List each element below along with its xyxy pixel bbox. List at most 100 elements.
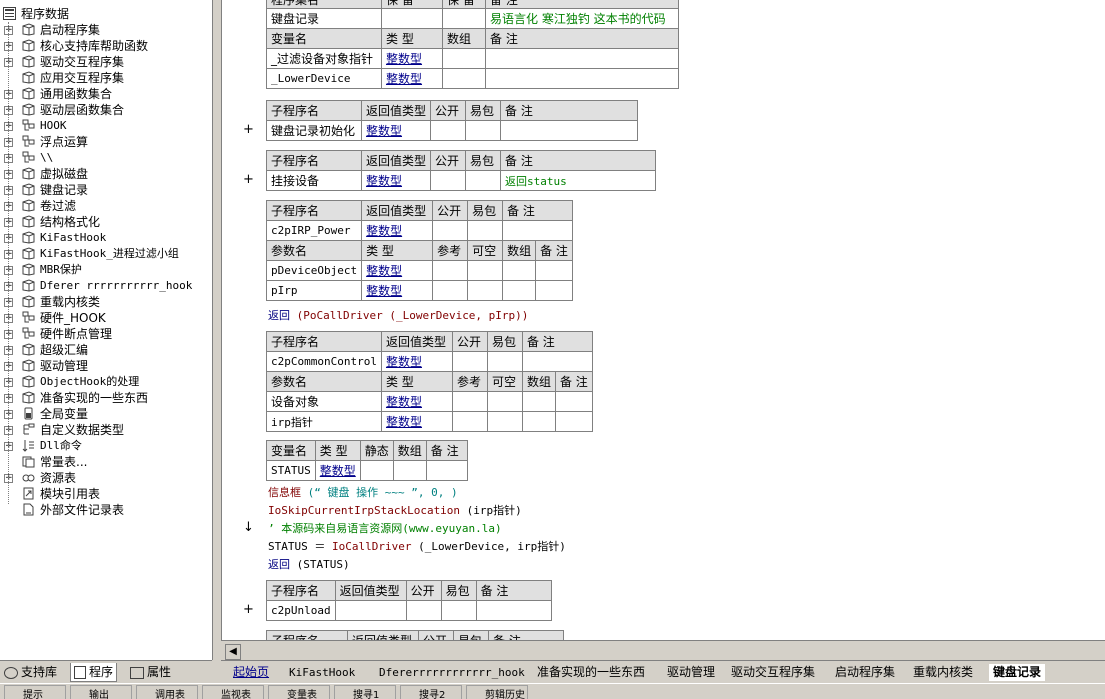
var-name[interactable]: _过滤设备对象指针 bbox=[266, 48, 382, 69]
sub-name[interactable]: 挂接设备 bbox=[266, 170, 362, 191]
assembly-table: 程序集名 保 留 保 留 备 注 键盘记录 易语言化 寒江独钓 这本书的代码 变… bbox=[266, 0, 679, 89]
cell bbox=[535, 280, 573, 301]
col-header: 程序集名 bbox=[266, 0, 382, 9]
tree-item-label: 超级汇编 bbox=[40, 343, 89, 357]
param-name[interactable]: pIrp bbox=[265, 280, 363, 301]
var-type[interactable]: 整数型 bbox=[381, 68, 443, 89]
param-type[interactable]: 整数型 bbox=[380, 411, 453, 432]
program-data-icon bbox=[3, 7, 16, 20]
tab-driver-interaction[interactable]: 驱动交互程序集 bbox=[731, 664, 815, 681]
tree-item-label: 硬件_HOOK bbox=[40, 311, 106, 325]
sub-return-type[interactable]: 整数型 bbox=[360, 120, 432, 141]
expand-marker-icon[interactable]: + bbox=[243, 122, 254, 137]
module-icon bbox=[22, 391, 35, 404]
col-header: 备 注 bbox=[502, 200, 573, 221]
tree-item-label: 卷过滤 bbox=[40, 199, 77, 213]
assembly-note[interactable]: 易语言化 寒江独钓 这本书的代码 bbox=[485, 8, 679, 29]
col-header: 备 注 bbox=[521, 331, 593, 352]
code-token: (_LowerDevice, irp指针) bbox=[411, 540, 566, 553]
local-var-name[interactable]: STATUS bbox=[266, 460, 316, 481]
col-header: 类 型 bbox=[361, 240, 434, 261]
var-type[interactable]: 整数型 bbox=[381, 48, 443, 69]
tab-reload-kernel[interactable]: 重载内核类 bbox=[913, 664, 973, 681]
tree-item-label: KiFastHook_进程过滤小组 bbox=[40, 247, 179, 260]
tab-prepare[interactable]: 准备实现的一些东西 bbox=[537, 664, 645, 681]
datatype-icon bbox=[22, 423, 35, 436]
cell bbox=[442, 8, 486, 29]
sub-name[interactable]: c2pCommonControl bbox=[266, 351, 382, 372]
assembly-name[interactable]: 键盘记录 bbox=[266, 8, 382, 29]
tab-kifasthook[interactable]: KiFastHook bbox=[289, 664, 355, 681]
var-name[interactable]: _LowerDevice bbox=[266, 68, 382, 89]
sub-return-type[interactable]: 整数型 bbox=[361, 220, 434, 241]
param-type[interactable]: 整数型 bbox=[380, 391, 453, 412]
tab-start-page[interactable]: 起始页 bbox=[233, 664, 269, 681]
col-header: 返回值类型 bbox=[334, 580, 407, 601]
class-icon bbox=[22, 151, 35, 164]
code-editor[interactable]: 程序集名 保 留 保 留 备 注 键盘记录 易语言化 寒江独钓 这本书的代码 变… bbox=[262, 0, 1105, 640]
local-var-type[interactable]: 整数型 bbox=[314, 460, 361, 481]
tab-search2[interactable]: 搜寻2 bbox=[400, 685, 462, 699]
tab-var-table[interactable]: 变量表 bbox=[268, 685, 330, 699]
horizontal-scrollbar[interactable]: ◀ bbox=[221, 640, 1105, 661]
code-line[interactable]: 信息框 (“ 键盘 操作 ~~~ ”, 0, ) bbox=[268, 484, 458, 502]
code-line[interactable]: 返回 (PoCallDriver (_LowerDevice, pIrp)) bbox=[268, 307, 528, 325]
sub-return-type[interactable]: 整数型 bbox=[360, 170, 432, 191]
dll-icon bbox=[22, 439, 35, 452]
cell bbox=[425, 460, 468, 481]
tab-output[interactable]: 输出 bbox=[70, 685, 132, 699]
cell bbox=[521, 351, 593, 372]
tab-properties[interactable]: 属性 bbox=[130, 663, 171, 681]
current-line-arrow-icon: ↓ bbox=[243, 520, 254, 535]
tree-item-label: 驱动交互程序集 bbox=[40, 55, 125, 69]
panel-splitter[interactable] bbox=[213, 0, 221, 660]
cell bbox=[430, 120, 467, 141]
tab-support-library[interactable]: 支持库 bbox=[4, 663, 57, 681]
tree-item-label: 核心支持库帮助函数 bbox=[40, 39, 149, 53]
cell bbox=[392, 460, 427, 481]
param-type[interactable]: 整数型 bbox=[361, 260, 434, 281]
sub-note[interactable]: 返回status bbox=[500, 170, 657, 191]
tree-item-label: HOOK bbox=[40, 119, 67, 132]
expand-marker-icon[interactable]: + bbox=[243, 602, 254, 617]
col-header: 返回值类型 bbox=[380, 331, 453, 352]
param-type[interactable]: 整数型 bbox=[361, 280, 434, 301]
tab-tips[interactable]: 提示 bbox=[4, 685, 66, 699]
sub-name[interactable]: c2pIRP_Power bbox=[265, 220, 363, 241]
tab-driver-manage[interactable]: 驱动管理 bbox=[667, 664, 715, 681]
code-expression: (PoCallDriver (_LowerDevice, pIrp)) bbox=[296, 309, 529, 322]
tab-program[interactable]: 程序 bbox=[70, 663, 118, 682]
cell bbox=[432, 260, 469, 281]
cell bbox=[486, 391, 523, 412]
tab-call-table[interactable]: 调用表 bbox=[136, 685, 198, 699]
program-tree-panel[interactable]: 程序数据 + 启动程序集 + 核心支持库帮助函数 + 驱动交互程序集 应用交互程序集 + 通用函… bbox=[0, 0, 213, 660]
cell bbox=[451, 351, 488, 372]
tree-item-label: 浮点运算 bbox=[40, 135, 89, 149]
param-name[interactable]: irp指针 bbox=[266, 411, 382, 432]
code-line[interactable]: IoSkipCurrentIrpStackLocation (irp指针) bbox=[268, 502, 522, 520]
tab-watch-table[interactable]: 监视表 bbox=[202, 685, 264, 699]
col-header: 类 型 bbox=[381, 28, 443, 49]
param-name[interactable]: pDeviceObject bbox=[265, 260, 363, 281]
tab-clip-history[interactable]: 剪辑历史 bbox=[466, 685, 528, 699]
sub-name[interactable]: 键盘记录初始化 bbox=[266, 120, 362, 141]
class-icon bbox=[22, 327, 35, 340]
tree-item-label: Dll命令 bbox=[40, 439, 82, 452]
tree-item-label: 准备实现的一些东西 bbox=[40, 391, 149, 405]
cell bbox=[432, 220, 469, 241]
tab-search1[interactable]: 搜寻1 bbox=[334, 685, 396, 699]
code-line[interactable]: 返回 (STATUS) bbox=[268, 556, 350, 574]
code-line[interactable]: ’ 本源码来自易语言资源网(www.eyuyan.la) bbox=[268, 520, 502, 538]
param-name[interactable]: 设备对象 bbox=[266, 391, 382, 412]
cell bbox=[467, 280, 504, 301]
tab-startup[interactable]: 启动程序集 bbox=[835, 664, 895, 681]
expand-marker-icon[interactable]: + bbox=[243, 172, 254, 187]
code-line[interactable]: STATUS ＝ IoCallDriver (_LowerDevice, irp… bbox=[268, 538, 566, 556]
sub-return-type[interactable]: 整数型 bbox=[380, 351, 453, 372]
scroll-left-icon[interactable]: ◀ bbox=[225, 644, 241, 660]
sub-name[interactable]: c2pUnload bbox=[266, 600, 336, 621]
col-header: 备 注 bbox=[485, 0, 679, 9]
tab-dferer-hook[interactable]: Dfererrrrrrrrrrrr_hook bbox=[379, 664, 525, 681]
tab-keyboard-record[interactable]: 键盘记录 bbox=[989, 664, 1046, 681]
cell bbox=[465, 120, 502, 141]
